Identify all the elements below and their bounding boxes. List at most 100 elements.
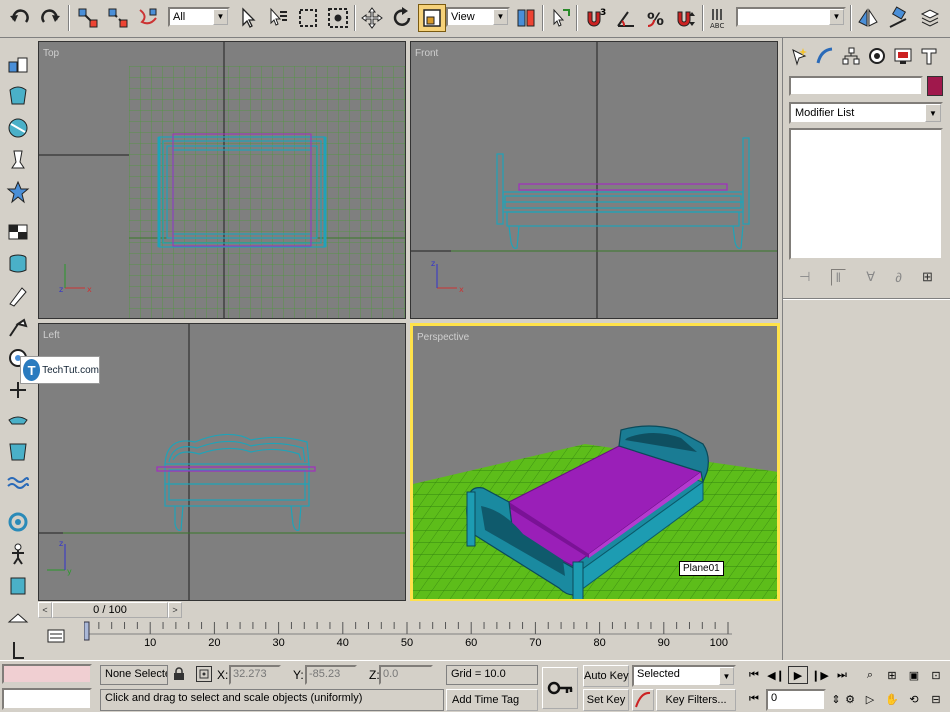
key-mode-dropdown[interactable]: Selected ▼ [632,665,736,687]
rectangular-selection-icon[interactable] [294,4,322,32]
bind-space-warp-icon[interactable] [134,4,162,32]
unlink-icon[interactable] [104,4,132,32]
z-coord-field[interactable]: 0.0 [379,665,433,685]
viewport-top[interactable]: Top x z [38,41,406,319]
play-icon[interactable]: ▶ [788,666,808,684]
wave-tab-icon[interactable] [4,470,32,498]
previous-frame-icon[interactable]: ◀❙ [766,666,786,684]
zoom-icon[interactable]: ⌕ [860,666,880,684]
materials-tab-icon[interactable] [4,218,32,246]
maximize-viewport-icon[interactable]: ⊟ [926,690,946,708]
snap-3d-icon[interactable]: 3 [582,4,610,32]
zoom-extents-icon[interactable]: ▣ [904,666,924,684]
y-coord-field[interactable]: -85.23 [305,665,357,685]
pivot-center-icon[interactable] [512,4,540,32]
open-mini-curve-editor-icon[interactable] [46,626,66,646]
select-and-link-icon[interactable] [74,4,102,32]
angle-snap-icon[interactable] [612,4,640,32]
space-warps-tab-icon[interactable] [4,314,32,342]
configure-modifier-sets-icon[interactable]: ⊞ [922,269,933,285]
modifier-list-dropdown[interactable]: Modifier List ▼ [789,102,943,124]
arc-rotate-icon[interactable]: ⟲ [904,690,924,708]
field-of-view-icon[interactable]: ▷ [860,690,880,708]
add-time-tag-button[interactable]: Add Time Tag [446,689,538,711]
set-key-button[interactable]: Set Key [583,689,629,711]
object-name-field[interactable] [789,76,923,96]
time-slider-prev-button[interactable]: < [38,602,52,618]
rendering-tab-icon[interactable] [4,508,32,536]
maxscript-listener-field[interactable] [2,664,92,684]
named-selection-dropdown[interactable]: ▼ [736,7,846,27]
selection-filter-dropdown[interactable]: All ▼ [168,7,230,27]
utilities-tab-icon[interactable] [4,572,32,600]
dynamics-tab-icon[interactable] [4,178,32,206]
modifier-stack-list[interactable] [789,128,943,260]
show-end-result-icon[interactable]: ‖ [830,268,846,286]
viewport-perspective[interactable]: Perspective Plane01 [410,323,780,602]
pan-view-icon[interactable]: ✋ [882,690,902,708]
time-slider-thumb[interactable]: 0 / 100 [52,602,168,618]
rotate-icon[interactable] [388,4,416,32]
edit-named-selections-icon[interactable]: ABC [706,4,734,32]
viewport-label[interactable]: Front [415,48,438,59]
next-frame-icon[interactable]: ❙▶ [810,666,830,684]
reactor-tab-icon[interactable] [4,438,32,466]
move-icon[interactable] [358,4,386,32]
auto-key-button[interactable]: Auto Key [583,665,629,687]
remove-modifier-icon[interactable]: ∂ [895,270,901,285]
scale-icon[interactable] [418,4,446,32]
select-object-icon[interactable] [234,4,262,32]
zoom-extents-all-icon[interactable]: ⊡ [926,666,946,684]
align-icon[interactable] [884,4,912,32]
mirror-icon[interactable] [854,4,882,32]
track-ruler[interactable]: 10 20 30 40 50 60 70 80 90 100 [84,620,732,660]
absolute-mode-transform-icon[interactable] [196,666,212,682]
maxscript-input-field[interactable] [2,688,92,710]
hierarchy-panel-icon[interactable] [839,44,863,68]
time-slider-next-button[interactable]: > [168,602,182,618]
display-panel-icon[interactable] [891,44,915,68]
viewport-label[interactable]: Left [43,330,60,341]
reference-coordinate-dropdown[interactable]: View ▼ [446,7,510,27]
spinner-snap-icon[interactable] [672,4,700,32]
viewport-front[interactable]: Front x z [410,41,778,319]
utilities-panel-icon[interactable] [917,44,941,68]
select-by-name-icon[interactable] [264,4,292,32]
current-frame-field[interactable]: 0 [766,689,826,711]
key-filters-button[interactable]: Key Filters... [656,689,736,711]
set-keys-key-icon[interactable] [542,667,578,709]
create-panel-icon[interactable] [787,44,811,68]
layer-manager-icon[interactable] [916,4,944,32]
shapes-tab-icon[interactable] [4,82,32,110]
object-color-swatch[interactable] [927,76,943,96]
lights-cameras-tab-icon[interactable] [4,250,32,278]
time-configuration-icon[interactable]: ⚙ [840,690,860,708]
percent-snap-icon[interactable]: % [642,4,670,32]
window-crossing-icon[interactable] [324,4,352,32]
select-manipulate-icon[interactable] [546,4,574,32]
time-slider[interactable]: < 0 / 100 > [36,601,780,619]
objects-tab-icon[interactable] [4,50,32,78]
character-tab-icon[interactable] [4,540,32,568]
viewport-label[interactable]: Top [43,48,59,59]
viewport-label[interactable]: Perspective [417,332,469,343]
zoom-all-icon[interactable]: ⊞ [882,666,902,684]
pin-stack-icon[interactable]: ⊣ [799,269,810,285]
current-frame-marker[interactable] [84,621,90,641]
key-mode-toggle-icon[interactable]: ⏮ [744,690,764,708]
lock-selection-icon[interactable] [172,667,186,681]
mr-tab-icon[interactable] [4,604,32,632]
track-bar[interactable]: 10 20 30 40 50 60 70 80 90 100 [36,620,780,660]
particles-tab-icon[interactable] [4,146,32,174]
modify-panel-icon[interactable] [813,44,837,68]
make-unique-icon[interactable]: ∀ [866,269,875,285]
go-to-start-icon[interactable]: ⏮ [744,666,764,684]
x-coord-field[interactable]: 32.273 [229,665,281,685]
default-in-out-tangents-icon[interactable] [632,689,654,711]
motion-panel-icon[interactable] [865,44,889,68]
undo-icon[interactable] [6,4,34,32]
helpers-tab-icon[interactable] [4,282,32,310]
animation-tab-icon[interactable] [4,408,32,436]
redo-icon[interactable] [36,4,64,32]
compounds-tab-icon[interactable] [4,114,32,142]
